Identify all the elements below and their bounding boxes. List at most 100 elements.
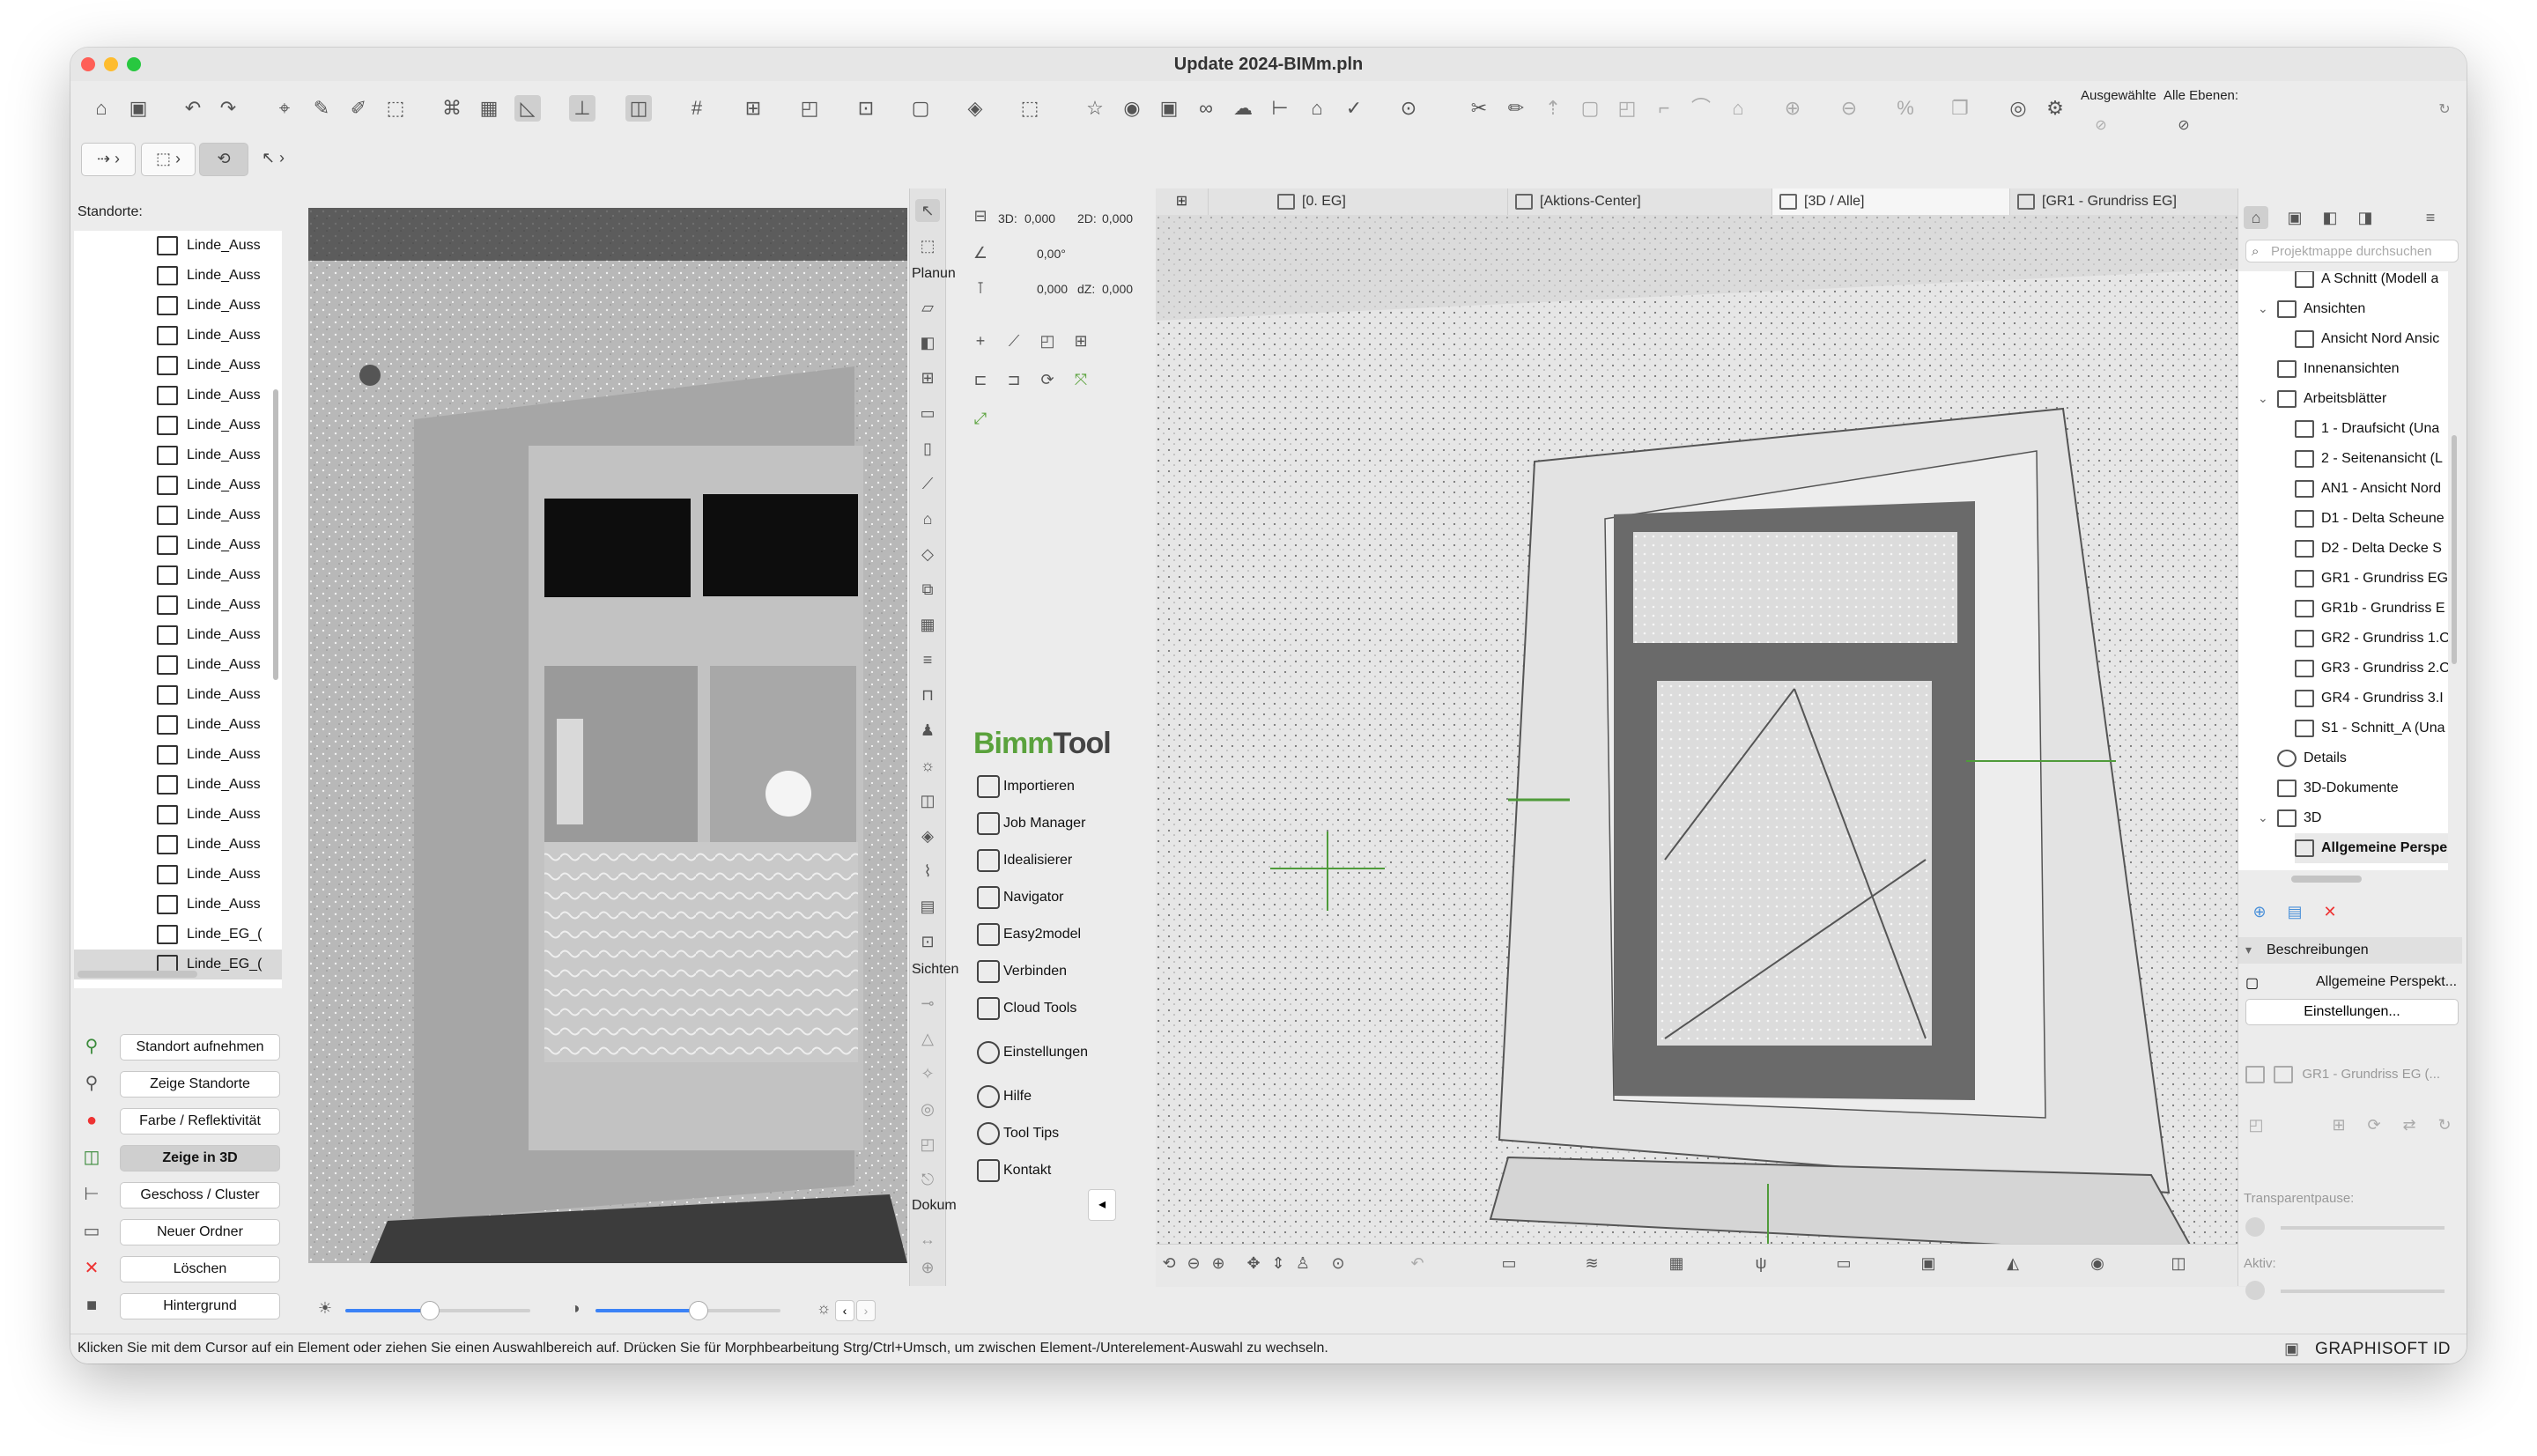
- loeschen-button[interactable]: Löschen: [120, 1256, 280, 1282]
- height-icon[interactable]: ⊺: [968, 277, 993, 299]
- offset-icon[interactable]: ⌂: [1725, 95, 1751, 122]
- angle-icon[interactable]: ∠: [968, 241, 993, 264]
- easy2model-button[interactable]: Easy2model: [977, 923, 1081, 946]
- color-picker-icon[interactable]: [2245, 1217, 2265, 1237]
- move-icon[interactable]: ⇡: [1540, 95, 1566, 122]
- save-icon[interactable]: ▣: [125, 95, 152, 122]
- list-scrollbar[interactable]: [273, 389, 278, 680]
- arrow-tool-dropdown[interactable]: ⇢ ›: [81, 143, 136, 176]
- window-tool-icon[interactable]: ⊞: [915, 366, 940, 389]
- camera-icon[interactable]: ▣: [1156, 95, 1182, 122]
- xy-icon[interactable]: ◰: [1035, 329, 1060, 352]
- layer-combo-icon[interactable]: ≋: [1582, 1253, 1601, 1273]
- pointer-tool-button[interactable]: ↖ ›: [247, 143, 300, 174]
- neuer-ordner-button[interactable]: Neuer Ordner: [120, 1219, 280, 1245]
- wall-tool-icon[interactable]: ▱: [915, 296, 940, 319]
- tree-scrollbar[interactable]: [2452, 435, 2457, 664]
- guide-icon[interactable]: ◺: [514, 95, 541, 122]
- list-item[interactable]: Linde_Auss: [74, 860, 282, 890]
- list-item[interactable]: Linde_Auss: [74, 261, 282, 291]
- point-cloud-image[interactable]: [308, 208, 907, 1263]
- tree-h-scrollbar[interactable]: [2291, 876, 2362, 883]
- find-icon[interactable]: ▢: [907, 95, 934, 122]
- elevation-tool-icon[interactable]: △: [915, 1027, 940, 1050]
- xyz-icon[interactable]: ⊞: [1069, 329, 1093, 352]
- trace-icon[interactable]: ◰: [796, 95, 823, 122]
- scale-icon[interactable]: ⌐: [1651, 95, 1677, 122]
- change-tool-icon[interactable]: ⎋: [915, 1168, 940, 1191]
- list-item[interactable]: Linde_Auss: [74, 351, 282, 381]
- lock-icon[interactable]: ⊡: [853, 95, 879, 122]
- einstellungen-button[interactable]: Einstellungen...: [2245, 999, 2459, 1025]
- exchange-icon[interactable]: ⇄: [2397, 1113, 2422, 1136]
- marquee-tool-icon[interactable]: ⬚: [915, 234, 940, 257]
- project-map-icon[interactable]: ⌂: [2244, 206, 2268, 229]
- vertical-icon[interactable]: ⊏: [968, 368, 993, 391]
- view-map-icon[interactable]: ▣: [2282, 206, 2307, 229]
- tree-item[interactable]: GR4 - Grundriss 3.I: [2295, 684, 2444, 713]
- list-item[interactable]: Linde_Auss: [74, 381, 282, 410]
- group-icon[interactable]: ⊞: [740, 95, 766, 122]
- tab-overview-button[interactable]: ⊞: [1156, 188, 1209, 215]
- tree-folder-innenansichten[interactable]: Innenansichten: [2277, 354, 2400, 384]
- 3d-style-icon[interactable]: ◫: [2169, 1253, 2188, 1273]
- cloud-tools-button[interactable]: Cloud Tools: [977, 997, 1076, 1020]
- geschoss-cluster-button[interactable]: Geschoss / Cluster: [120, 1182, 280, 1208]
- layout-reference[interactable]: GR1 - Grundriss EG (...: [2245, 1061, 2457, 1089]
- zoom-out-icon[interactable]: ⊖: [1184, 1253, 1203, 1273]
- view-icon[interactable]: ◎: [2005, 95, 2031, 122]
- active-slider[interactable]: [2281, 1290, 2445, 1293]
- beam-tool-icon[interactable]: ⟋: [915, 472, 940, 495]
- marquee-tool-dropdown[interactable]: ⬚ ›: [141, 143, 196, 176]
- curtain-wall-tool-icon[interactable]: ▦: [915, 613, 940, 636]
- model-tool-icon[interactable]: ⊡: [915, 930, 940, 953]
- mesh-tool-icon[interactable]: ⌇: [915, 860, 940, 883]
- object-tool-icon[interactable]: ♟: [915, 719, 940, 742]
- contrast-slider[interactable]: [595, 1301, 780, 1320]
- shell-tool-icon[interactable]: ◇: [915, 543, 940, 565]
- navigate-icon[interactable]: ⇕: [1268, 1253, 1288, 1273]
- 3d-canvas[interactable]: [1156, 215, 2262, 1244]
- tree-item[interactable]: A Schnitt (Modell a: [2295, 271, 2438, 294]
- orbit-icon[interactable]: ⟲: [1159, 1253, 1179, 1273]
- zeige-in-3d-button[interactable]: Zeige in 3D: [120, 1145, 280, 1171]
- tree-item-selected[interactable]: Allgemeine Perspe: [2295, 833, 2448, 863]
- tree-folder-ansichten[interactable]: Ansichten: [2277, 294, 2365, 324]
- plus-icon[interactable]: +: [968, 329, 993, 352]
- undo-icon[interactable]: ↶: [180, 95, 206, 122]
- refresh-icon[interactable]: ↻: [2432, 1113, 2457, 1136]
- importieren-button[interactable]: Importieren: [977, 775, 1075, 798]
- navigator-menu-icon[interactable]: ≡: [2418, 206, 2443, 229]
- filter-icon[interactable]: ◈: [962, 95, 988, 122]
- kontakt-button[interactable]: Kontakt: [977, 1159, 1051, 1182]
- sync-icon[interactable]: ⟳: [2362, 1113, 2386, 1136]
- next-button[interactable]: ›: [856, 1300, 876, 1321]
- 3d-icon[interactable]: ◉: [1119, 95, 1145, 122]
- view-settings-icon[interactable]: ▤: [2282, 900, 2307, 923]
- mvo-icon[interactable]: ψ: [1751, 1253, 1771, 1273]
- add-overlay-icon[interactable]: ⊞: [2326, 1113, 2351, 1136]
- zoom-in-icon[interactable]: ⊕: [1209, 1253, 1228, 1273]
- list-item[interactable]: Linde_Auss: [74, 291, 282, 321]
- delete-view-icon[interactable]: ✕: [2318, 900, 2342, 923]
- layout-book-icon[interactable]: ◧: [2318, 206, 2342, 229]
- tree-item[interactable]: 1 - Draufsicht (Una: [2295, 414, 2439, 444]
- layer-icon[interactable]: ◫: [625, 95, 652, 122]
- pencil-icon[interactable]: ✏: [1503, 95, 1529, 122]
- tag-icon[interactable]: ⌂: [1304, 95, 1330, 122]
- tree-item[interactable]: S1 - Schnitt_A (Una: [2295, 713, 2445, 743]
- list-item[interactable]: Linde_Auss: [74, 321, 282, 351]
- navigator-search-input[interactable]: ⌕ Projektmappe durchsuchen: [2245, 240, 2459, 262]
- grid-icon[interactable]: #: [684, 95, 710, 122]
- chevron-down-icon[interactable]: ⌄: [2258, 301, 2268, 316]
- scale-icon[interactable]: ▭: [1499, 1253, 1519, 1273]
- previous-button[interactable]: ‹: [835, 1300, 854, 1321]
- tree-icon[interactable]: ⊢: [1267, 95, 1293, 122]
- railing-tool-icon[interactable]: ⊓: [915, 684, 940, 706]
- list-item[interactable]: Linde_Auss: [74, 710, 282, 740]
- column-tool-icon[interactable]: ▯: [915, 437, 940, 460]
- rotate-3d-icon[interactable]: ⟳: [1035, 368, 1060, 391]
- undo-view-icon[interactable]: ↶: [1408, 1253, 1427, 1273]
- list-item[interactable]: Linde_Auss: [74, 800, 282, 830]
- model-view-icon[interactable]: ◉: [2088, 1253, 2107, 1273]
